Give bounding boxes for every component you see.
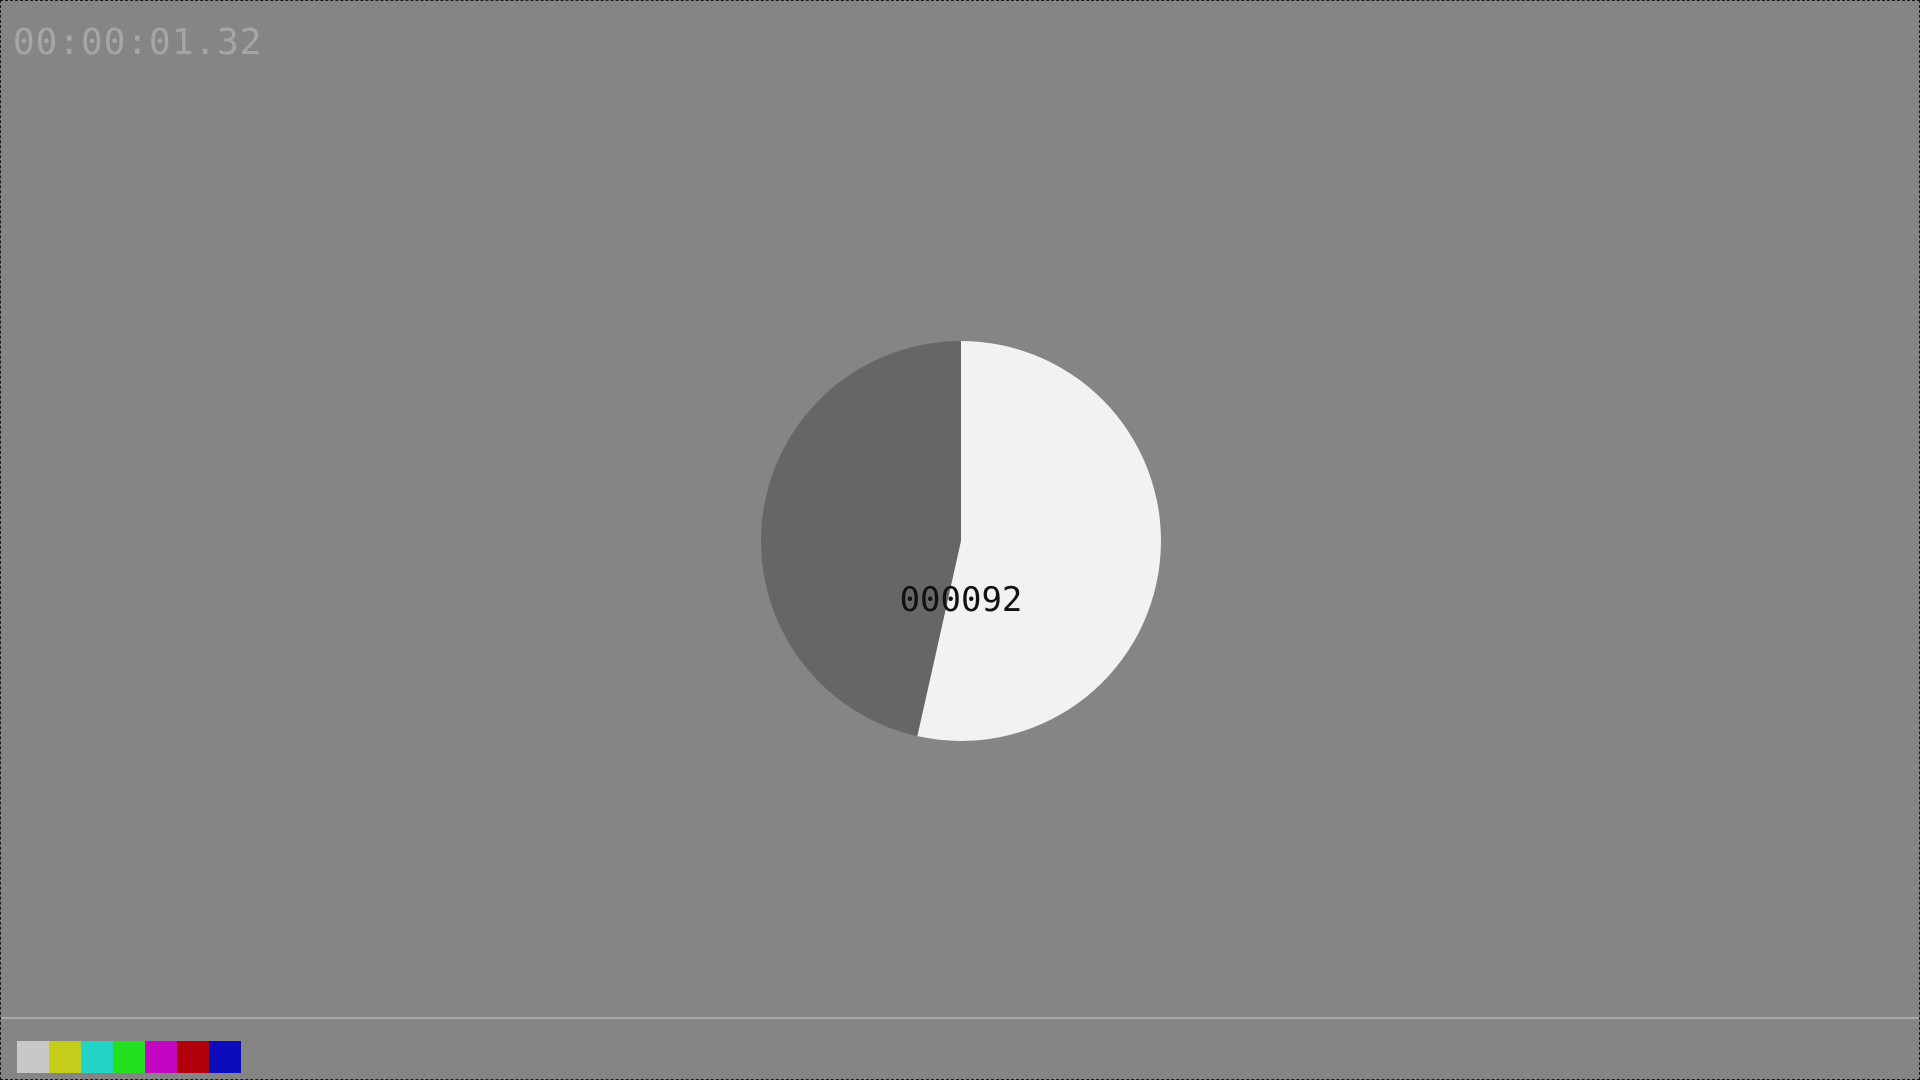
color-bar-cyan [81, 1041, 113, 1073]
frame-counter: 000092 [900, 580, 1023, 620]
bottom-divider [1, 1017, 1919, 1019]
color-bar-magenta [145, 1041, 177, 1073]
color-bar-gray [17, 1041, 49, 1073]
color-bar-red [177, 1041, 209, 1073]
video-frame: 00:00:01.32 000092 [0, 0, 1920, 1080]
progress-dial: 000092 [761, 341, 1162, 741]
color-bars [17, 1041, 241, 1073]
color-bar-blue [209, 1041, 241, 1073]
color-bar-yellow [49, 1041, 81, 1073]
color-bar-green [113, 1041, 145, 1073]
